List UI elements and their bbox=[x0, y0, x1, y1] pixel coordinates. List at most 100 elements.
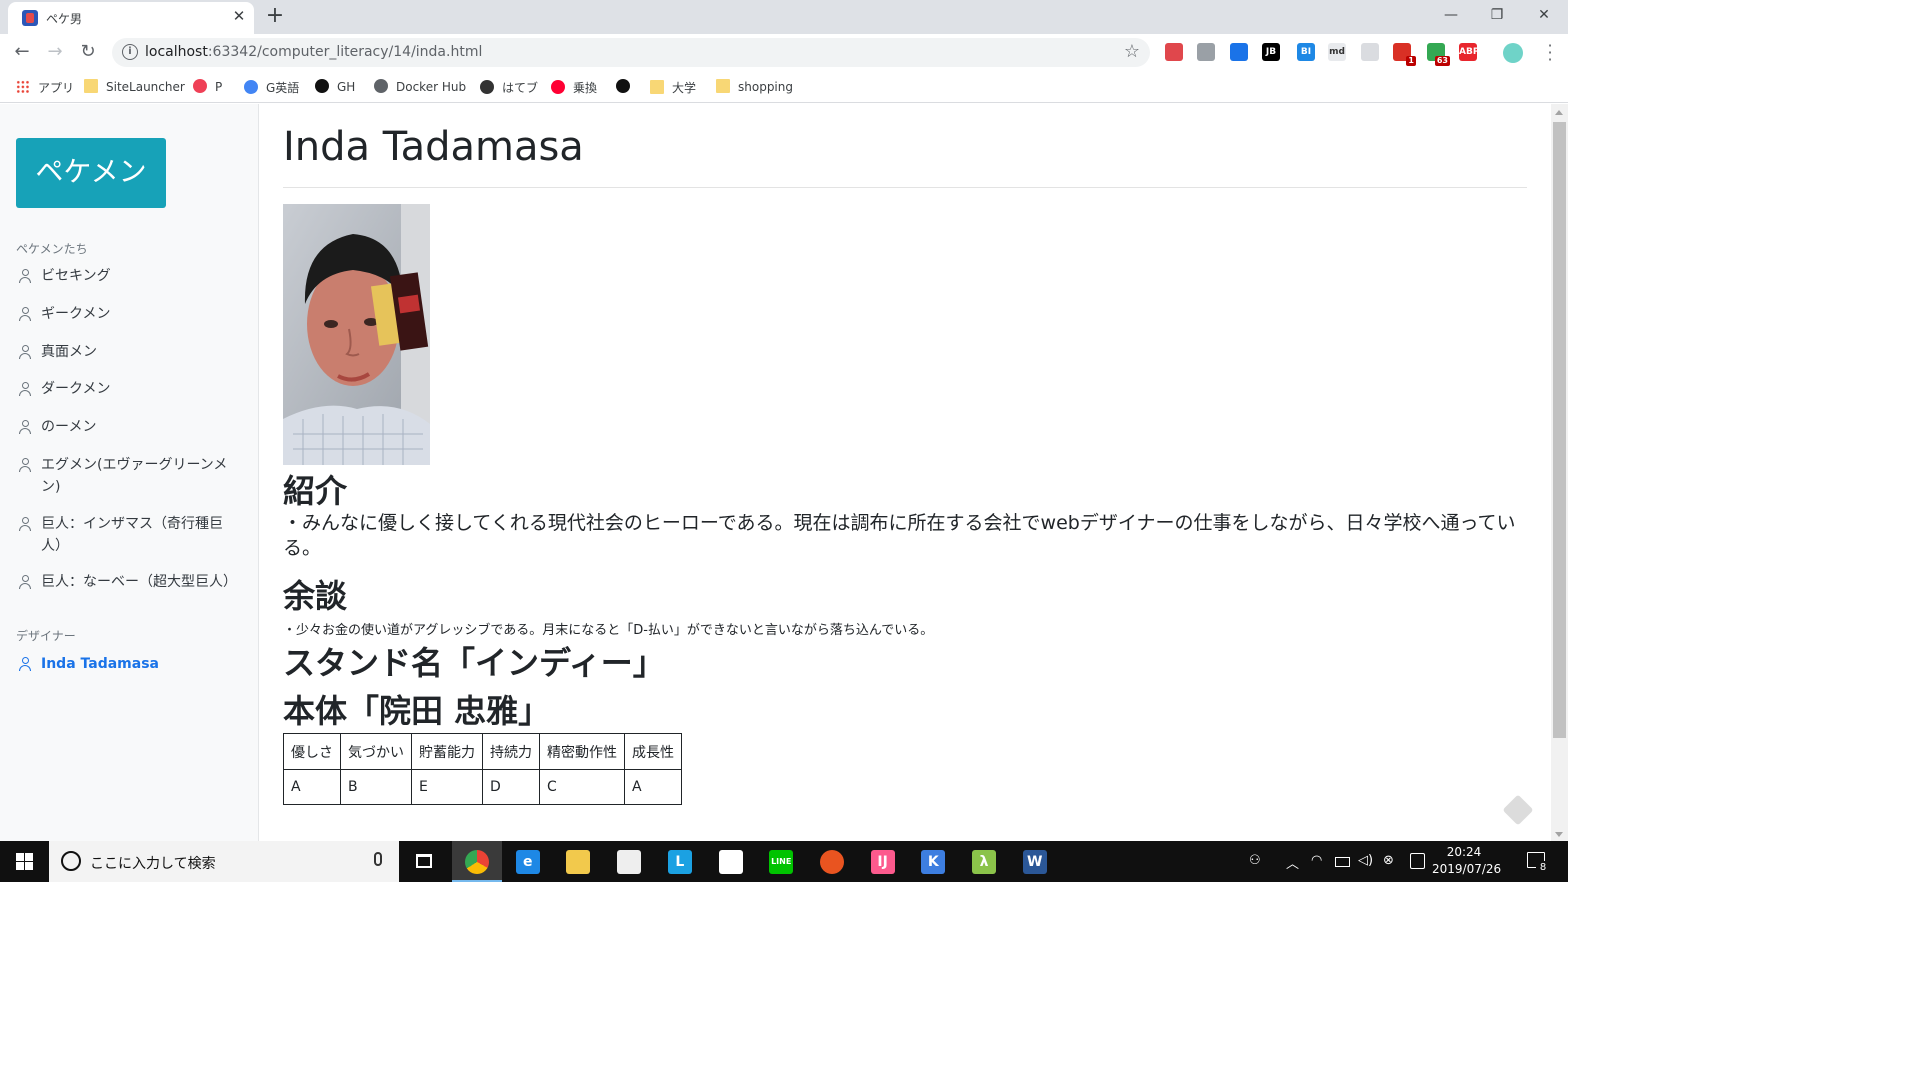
table-cell: B bbox=[340, 769, 412, 805]
edge-app[interactable]: e bbox=[503, 841, 553, 882]
sidebar-item-member[interactable]: ビセキング bbox=[16, 265, 241, 287]
line-app[interactable]: LINE bbox=[756, 841, 806, 882]
browser-tab[interactable]: ペケ男 ✕ bbox=[8, 2, 254, 34]
url-text[interactable]: localhost:63342/computer_literacy/14/ind… bbox=[145, 44, 482, 60]
page-scrollbar[interactable] bbox=[1551, 104, 1568, 841]
word-app-icon: W bbox=[1022, 850, 1047, 874]
sidebar-item-member[interactable]: 巨人：なーベー（超大型巨人） bbox=[16, 571, 241, 593]
back-arrow-icon[interactable]: ← bbox=[10, 41, 34, 65]
ubuntu-app[interactable] bbox=[807, 841, 857, 882]
home-extension-icon[interactable]: 63 bbox=[1427, 43, 1450, 66]
person-icon bbox=[18, 575, 32, 589]
l-app[interactable]: L bbox=[655, 841, 705, 882]
jb-extension-icon[interactable]: JB bbox=[1262, 43, 1280, 61]
abp-extension-icon[interactable]: ABP bbox=[1459, 43, 1479, 61]
profile-avatar[interactable] bbox=[1503, 43, 1523, 63]
new-tab-button[interactable]: + bbox=[262, 4, 288, 30]
sidebar-item-member[interactable]: 巨人：インザマス（奇行種巨人） bbox=[16, 513, 241, 557]
ime-icon[interactable] bbox=[1410, 853, 1425, 869]
task-view-icon[interactable] bbox=[416, 854, 432, 868]
sidebar-item-member[interactable]: ダークメン bbox=[16, 378, 241, 400]
battery-icon[interactable] bbox=[1335, 857, 1350, 867]
people-icon[interactable]: ⚇ bbox=[1249, 853, 1261, 868]
sidebar-item-designer[interactable]: Inda Tadamasa bbox=[16, 653, 241, 675]
reload-icon[interactable]: ↻ bbox=[76, 41, 100, 65]
folder-icon bbox=[84, 79, 98, 93]
bookmark-label: Docker Hub bbox=[396, 80, 467, 94]
restore-button[interactable]: ❐ bbox=[1482, 4, 1512, 28]
scroll-thumb[interactable] bbox=[1553, 122, 1566, 738]
wifi-icon[interactable]: ◠ bbox=[1311, 853, 1322, 868]
bookmarks-bar: アプリ SiteLauncher P G英語 GH Docker Hub はてブ 乗換 大学 sh… bbox=[0, 71, 1568, 103]
store-app-icon bbox=[617, 850, 642, 874]
page-title: Inda Tadamasa bbox=[283, 124, 584, 170]
bookmark-item[interactable]: shopping bbox=[716, 79, 793, 94]
brand-button[interactable]: ペケメン bbox=[16, 138, 166, 208]
tray-chevron-icon[interactable]: ︿ bbox=[1286, 853, 1299, 872]
cursor-extension-icon[interactable] bbox=[1197, 43, 1215, 61]
network-off-icon[interactable]: ⊗ bbox=[1383, 853, 1394, 868]
lambda-app[interactable]: λ bbox=[959, 841, 1009, 882]
bookmark-item[interactable]: G英語 bbox=[244, 79, 299, 96]
volume-icon[interactable]: ◁) bbox=[1358, 853, 1373, 868]
window-close-button[interactable]: ✕ bbox=[1529, 4, 1559, 28]
scroll-down-arrow-icon[interactable] bbox=[1555, 832, 1563, 837]
stats-value-row: A B E D C A bbox=[283, 769, 682, 805]
explorer-app[interactable] bbox=[553, 841, 603, 882]
forward-arrow-icon[interactable]: → bbox=[43, 41, 67, 65]
table-header-cell: 貯蓄能力 bbox=[411, 733, 483, 770]
mail-app-icon bbox=[718, 850, 743, 874]
folder-icon bbox=[716, 79, 730, 93]
kotlin-app[interactable]: K bbox=[908, 841, 958, 882]
intellij-app[interactable]: IJ bbox=[858, 841, 908, 882]
sidebar-item-member[interactable]: のーメン bbox=[16, 416, 241, 438]
scroll-up-arrow-icon[interactable] bbox=[1555, 110, 1563, 115]
taskbar-clock[interactable]: 20:24 2019/07/26 bbox=[1432, 844, 1502, 878]
bookmark-item[interactable]: Docker Hub bbox=[374, 79, 466, 94]
bl-extension-icon[interactable]: BI bbox=[1297, 43, 1315, 61]
store-app[interactable] bbox=[604, 841, 654, 882]
bookmark-item[interactable]: P bbox=[193, 79, 222, 94]
clock-date: 2019/07/26 bbox=[1432, 862, 1502, 876]
profile-photo bbox=[283, 204, 430, 465]
tab-strip: ペケ男 ✕ + — ❐ ✕ bbox=[0, 0, 1568, 34]
windows-start-icon[interactable] bbox=[16, 853, 33, 870]
intellij-app-icon: IJ bbox=[870, 850, 895, 874]
bookmark-item[interactable]: アプリ bbox=[16, 79, 74, 96]
lambda-app-icon: λ bbox=[972, 850, 996, 874]
github-icon bbox=[315, 79, 329, 93]
address-bar[interactable]: i localhost:63342/computer_literacy/14/i… bbox=[112, 38, 1150, 67]
bookmark-star-icon[interactable]: ☆ bbox=[1124, 41, 1140, 62]
extension-badge: 63 bbox=[1434, 56, 1450, 66]
mail-app[interactable] bbox=[706, 841, 756, 882]
bookmark-label: 乗換 bbox=[573, 81, 598, 95]
browser-menu-icon[interactable]: · · · bbox=[1546, 38, 1554, 68]
md-extension-icon[interactable]: md bbox=[1328, 43, 1346, 61]
lock-extension-icon[interactable] bbox=[1361, 43, 1379, 61]
todo-extension-icon[interactable]: 1 bbox=[1393, 43, 1416, 66]
bookmark-item[interactable]: 大学 bbox=[650, 79, 696, 96]
shield-extension-icon[interactable] bbox=[1165, 43, 1183, 61]
taskbar-search-box[interactable]: ここに入力して検索 bbox=[49, 841, 399, 882]
info-icon[interactable]: i bbox=[122, 44, 138, 60]
bookmark-item[interactable]: 乗換 bbox=[551, 79, 597, 96]
bookmark-item[interactable]: GH bbox=[315, 79, 355, 94]
sidebar-item-member[interactable]: ギークメン bbox=[16, 303, 241, 325]
taskbar-search-placeholder: ここに入力して検索 bbox=[90, 856, 216, 872]
minimize-button[interactable]: — bbox=[1436, 4, 1466, 28]
person-icon bbox=[18, 517, 32, 531]
kotlin-app-icon: K bbox=[921, 850, 946, 874]
bookmark-item[interactable] bbox=[616, 79, 638, 94]
word-app[interactable]: W bbox=[1010, 841, 1060, 882]
bookmark-item[interactable]: SiteLauncher bbox=[84, 79, 185, 94]
chrome-app[interactable] bbox=[452, 841, 502, 882]
screenshot-extension-icon[interactable] bbox=[1230, 43, 1248, 61]
sidebar-item-member[interactable]: 真面メン bbox=[16, 341, 241, 363]
tab-close-icon[interactable]: ✕ bbox=[230, 7, 248, 25]
sidebar-item-member[interactable]: エグメン(エヴァーグリーンメン) bbox=[16, 454, 241, 498]
microphone-icon[interactable] bbox=[374, 852, 382, 866]
person-icon bbox=[18, 382, 32, 396]
bookmark-item[interactable]: はてブ bbox=[480, 79, 538, 96]
sidebar-item-label: のーメン bbox=[41, 419, 97, 435]
chrome-app-icon bbox=[465, 850, 489, 874]
